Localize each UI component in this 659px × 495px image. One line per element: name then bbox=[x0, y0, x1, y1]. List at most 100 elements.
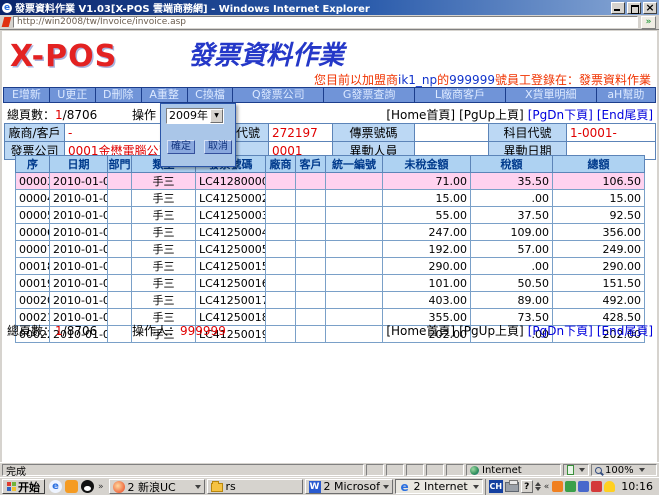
end-page-link[interactable]: [End尾頁] bbox=[597, 324, 653, 338]
url-text: http://win2008/tw/Invoice/invoice.asp bbox=[17, 17, 186, 27]
quick-launch-overflow[interactable]: » bbox=[97, 482, 105, 492]
cell-date: 2010-01-01 bbox=[50, 275, 108, 292]
total-pages: /8706 bbox=[63, 108, 98, 122]
pager-bottom: 總頁數：1/8706 操作人：999999 [Home首頁][PgUp上頁][P… bbox=[7, 322, 655, 337]
menu-shipment-detail-button[interactable]: X貨單明細 bbox=[506, 88, 596, 102]
doc-code-field[interactable]: 272197 bbox=[269, 124, 333, 142]
close-button[interactable] bbox=[643, 2, 657, 14]
table-row[interactable]: 000042010-01-01手三LC4125000215.00.0015.00 bbox=[16, 190, 645, 207]
confirm-button[interactable]: 確定 bbox=[167, 140, 195, 154]
minimize-button[interactable] bbox=[611, 2, 625, 14]
tray-collapse[interactable]: « bbox=[543, 482, 551, 492]
pgdn-link[interactable]: [PgDn下頁] bbox=[528, 324, 593, 338]
tray-app-icon-4[interactable] bbox=[591, 481, 602, 492]
cell-untaxed: 15.00 bbox=[383, 190, 471, 207]
umbrella-tray-icon[interactable] bbox=[604, 481, 615, 492]
task-folder-rs[interactable]: rs bbox=[207, 479, 303, 494]
menu-refresh-button[interactable]: A重整 bbox=[142, 88, 187, 102]
globe-icon bbox=[470, 466, 479, 475]
header-untaxed: 未稅金額 bbox=[383, 156, 471, 173]
task-internet-explorer[interactable]: e 2 Internet Expl... bbox=[395, 479, 483, 494]
menu-invoice-company-button[interactable]: Q發票公司 bbox=[233, 88, 323, 102]
cell-untaxed: 247.00 bbox=[383, 224, 471, 241]
cell-total: 15.00 bbox=[553, 190, 645, 207]
cell-vendor bbox=[266, 173, 296, 190]
cell-tax_id bbox=[326, 207, 383, 224]
table-row[interactable]: 000182010-01-01手三LC41250015290.00.00290.… bbox=[16, 258, 645, 275]
invoice-table: 序 日期 部門 類型 發票號碼 廠商 客戶 統一編號 未稅金額 稅額 總額 00… bbox=[15, 155, 645, 343]
menu-update-button[interactable]: U更正 bbox=[50, 88, 95, 102]
cell-date: 2010-01-01 bbox=[50, 173, 108, 190]
menu-switch-button[interactable]: C換檔 bbox=[188, 88, 233, 102]
cell-tax: 57.00 bbox=[471, 241, 553, 258]
voucher-no-field[interactable] bbox=[415, 124, 489, 142]
end-page-link[interactable]: [End尾頁] bbox=[597, 108, 653, 122]
cell-seq: 00004 bbox=[16, 190, 50, 207]
pgdn-link[interactable]: [PgDn下頁] bbox=[528, 108, 593, 122]
cell-vendor bbox=[266, 224, 296, 241]
cell-tax: 50.50 bbox=[471, 275, 553, 292]
status-segment bbox=[366, 464, 384, 476]
restore-button[interactable] bbox=[627, 2, 641, 14]
chevron-down-icon[interactable]: ▼ bbox=[210, 109, 223, 123]
qq-quicklaunch-icon[interactable] bbox=[81, 480, 94, 493]
vendor-customer-field[interactable]: - bbox=[65, 124, 163, 142]
menu-invoice-query-button[interactable]: G發票查詢 bbox=[324, 88, 414, 102]
menu-add-button[interactable]: E增新 bbox=[4, 88, 49, 102]
cancel-button[interactable]: 取消 bbox=[204, 140, 232, 154]
menu-delete-button[interactable]: D刪除 bbox=[96, 88, 141, 102]
zoom-control[interactable]: 100% bbox=[591, 464, 657, 476]
status-segment bbox=[386, 464, 404, 476]
cell-type: 手三 bbox=[132, 207, 196, 224]
cell-type: 手三 bbox=[132, 292, 196, 309]
login-middle: 的 bbox=[437, 73, 449, 87]
table-row[interactable]: 000062010-01-01手三LC41250004247.00109.003… bbox=[16, 224, 645, 241]
pgup-link[interactable]: [PgUp上頁] bbox=[459, 108, 524, 122]
cell-type: 手三 bbox=[132, 173, 196, 190]
cell-invoice_no: LC41250016 bbox=[196, 275, 266, 292]
go-button[interactable]: » bbox=[641, 16, 656, 29]
help-tray-button[interactable]: ? bbox=[521, 480, 533, 493]
home-page-link[interactable]: [Home首頁] bbox=[386, 324, 455, 338]
account-code-field[interactable]: 1-0001- bbox=[567, 124, 656, 142]
cell-type: 手三 bbox=[132, 275, 196, 292]
cell-dept bbox=[108, 173, 132, 190]
tray-expand-icon[interactable] bbox=[535, 482, 541, 491]
cell-customer bbox=[296, 207, 326, 224]
table-row[interactable]: 000202010-01-01手三LC41250017403.0089.0049… bbox=[16, 292, 645, 309]
total-pages-label: 總頁數： bbox=[7, 324, 55, 338]
cell-untaxed: 290.00 bbox=[383, 258, 471, 275]
task-microsoft-office[interactable]: W 2 Microsoft Off... bbox=[305, 479, 393, 494]
task-sina-uc[interactable]: 2 新浪UC bbox=[109, 479, 205, 494]
menu-help-button[interactable]: aH幫助 bbox=[597, 88, 655, 102]
year-select[interactable]: 2009年 ▼ bbox=[166, 108, 224, 124]
cell-invoice_no: LC41250005 bbox=[196, 241, 266, 258]
tray-app-icon-2[interactable] bbox=[565, 481, 576, 492]
table-row[interactable]: 000192010-01-01手三LC41250016101.0050.5015… bbox=[16, 275, 645, 292]
page-zone-icon bbox=[567, 465, 574, 475]
cell-type: 手三 bbox=[132, 224, 196, 241]
cell-seq: 00006 bbox=[16, 224, 50, 241]
cell-total: 151.50 bbox=[553, 275, 645, 292]
cell-tax_id bbox=[326, 224, 383, 241]
home-page-link[interactable]: [Home首頁] bbox=[386, 108, 455, 122]
menu-vendor-customer-button[interactable]: L廠商客戶 bbox=[415, 88, 505, 102]
tray-app-icon-1[interactable] bbox=[552, 481, 563, 492]
printer-icon[interactable] bbox=[505, 482, 519, 492]
table-row[interactable]: 000072010-01-01手三LC41250005192.0057.0024… bbox=[16, 241, 645, 258]
table-row[interactable]: 000032010-01-01手三LC4128000071.0035.50106… bbox=[16, 173, 645, 190]
pgup-link[interactable]: [PgUp上頁] bbox=[459, 324, 524, 338]
messenger-quicklaunch-icon[interactable] bbox=[65, 480, 78, 493]
table-row[interactable]: 000052010-01-01手三LC4125000355.0037.5092.… bbox=[16, 207, 645, 224]
url-field[interactable]: http://win2008/tw/Invoice/invoice.asp bbox=[13, 16, 638, 28]
cell-vendor bbox=[266, 207, 296, 224]
pager-top: 總頁數：1/8706 操作 [Home首頁][PgUp上頁][PgDn下頁][E… bbox=[7, 106, 655, 121]
language-indicator[interactable]: CH bbox=[489, 480, 503, 493]
ie-quicklaunch-icon[interactable]: e bbox=[49, 480, 62, 493]
cell-untaxed: 192.00 bbox=[383, 241, 471, 258]
task-label: 2 Internet Expl... bbox=[414, 480, 470, 493]
start-button[interactable]: 开始 bbox=[2, 479, 45, 494]
tray-app-icon-3[interactable] bbox=[578, 481, 589, 492]
cell-customer bbox=[296, 258, 326, 275]
protected-mode-indicator[interactable] bbox=[563, 464, 589, 476]
